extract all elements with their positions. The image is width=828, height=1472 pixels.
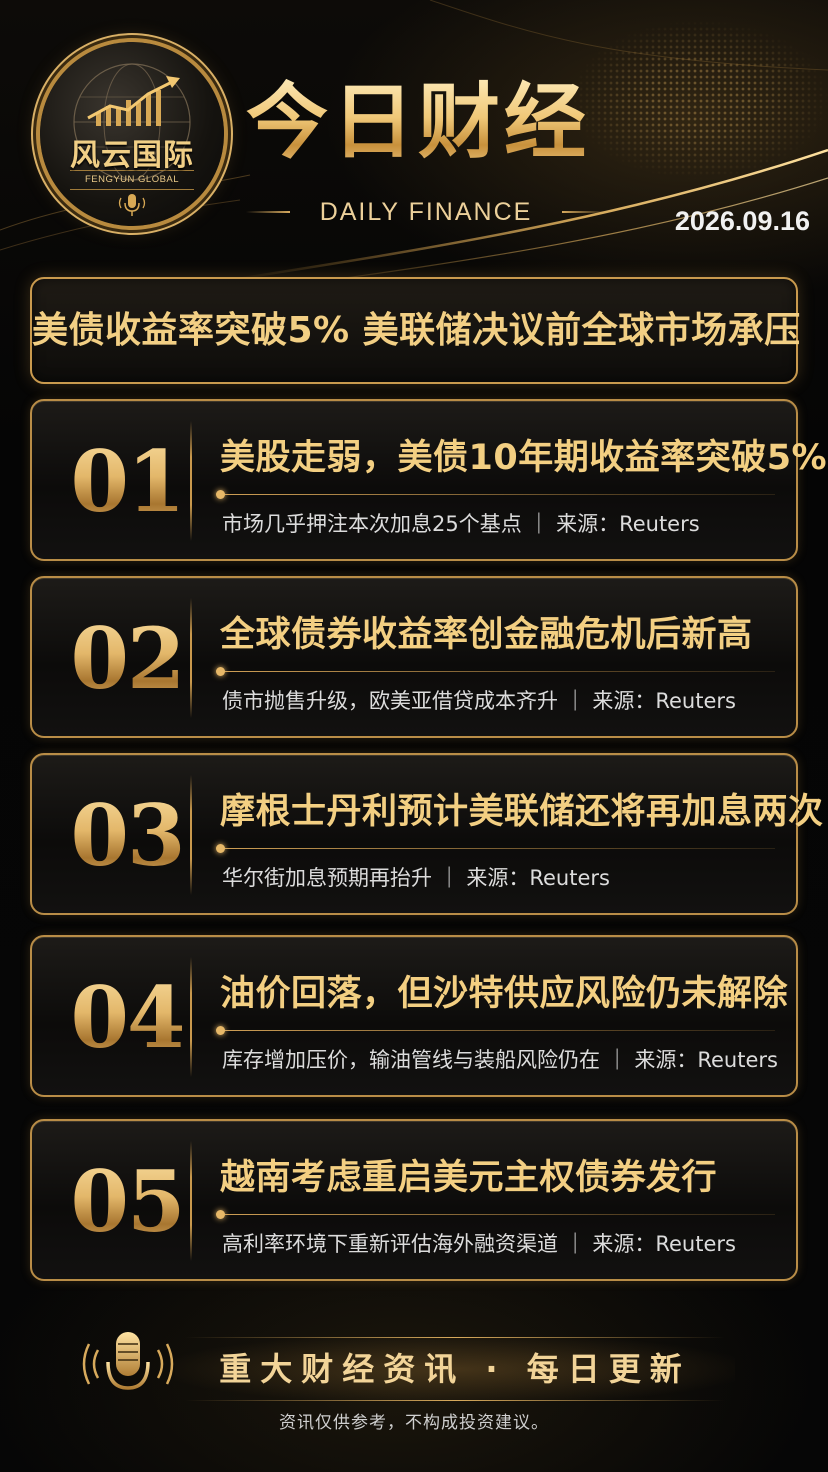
subtitle-divider-right xyxy=(562,211,606,213)
microphone-icon xyxy=(82,1332,174,1408)
subtitle-bar: DAILY FINANCE xyxy=(246,194,606,230)
news-summary: 华尔街加息预期再抬升 ｜ 来源：Reuters xyxy=(222,866,610,890)
card-divider xyxy=(190,1141,192,1261)
news-summary: 库存增加压价，输油管线与装船风险仍在 ｜ 来源：Reuters xyxy=(222,1048,778,1072)
microphone-icon xyxy=(118,194,146,216)
footer-rule-bottom xyxy=(185,1400,725,1401)
poster: 风云国际 FENGYUN GLOBAL 今日财经 DAILY FINANCE 2… xyxy=(0,0,828,1472)
news-number: 05 xyxy=(62,1147,192,1257)
card-divider xyxy=(190,775,192,895)
brand-name-cn: 风云国际 xyxy=(70,138,194,173)
news-summary: 市场几乎押注本次加息25个基点 ｜ 来源：Reuters xyxy=(222,512,700,536)
news-summary: 高利率环境下重新评估海外融资渠道 ｜ 来源：Reuters xyxy=(222,1232,736,1256)
news-card-03[interactable]: 03 摩根士丹利预计美联储还将再加息两次 华尔街加息预期再抬升 ｜ 来源：Reu… xyxy=(30,753,824,915)
news-card-02[interactable]: 02 全球债券收益率创金融危机后新高 债市抛售升级，欧美亚借贷成本齐升 ｜ 来源… xyxy=(30,576,798,738)
news-title: 越南考虑重启美元主权债券发行 xyxy=(220,1158,718,1198)
news-number: 02 xyxy=(62,604,192,714)
bullet-dot-icon xyxy=(216,844,225,853)
footer-rule-top xyxy=(185,1337,725,1338)
news-title: 全球债券收益率创金融危机后新高 xyxy=(220,615,753,655)
card-divider xyxy=(190,957,192,1077)
footer-slogan: 重大财经资讯 · 每日更新 xyxy=(219,1350,691,1388)
card-rule xyxy=(220,848,775,849)
brand-logo: 风云国际 FENGYUN GLOBAL xyxy=(40,42,224,226)
card-rule xyxy=(220,1030,775,1031)
card-rule xyxy=(220,1214,775,1215)
issue-date: 2026.09.16 xyxy=(674,206,810,236)
news-number: 03 xyxy=(62,781,192,891)
disclaimer: 资讯仅供参考，不构成投资建议。 xyxy=(279,1413,549,1433)
headline-text: 美债收益率突破5% 美联储决议前全球市场承压 xyxy=(32,310,801,351)
page-subtitle: DAILY FINANCE xyxy=(319,198,533,226)
page-title: 今日财经 xyxy=(246,68,626,178)
news-title: 美股走弱，美债10年期收益率突破5% xyxy=(220,438,828,478)
news-card-05[interactable]: 05 越南考虑重启美元主权债券发行 高利率环境下重新评估海外融资渠道 ｜ 来源：… xyxy=(30,1119,798,1281)
bullet-dot-icon xyxy=(216,1026,225,1035)
bullet-dot-icon xyxy=(216,667,225,676)
news-summary: 债市抛售升级，欧美亚借贷成本齐升 ｜ 来源：Reuters xyxy=(222,689,736,713)
brand-name-en: FENGYUN GLOBAL xyxy=(84,174,180,185)
news-title: 油价回落，但沙特供应风险仍未解除 xyxy=(220,974,789,1014)
news-title: 摩根士丹利预计美联储还将再加息两次 xyxy=(220,792,824,832)
news-number: 04 xyxy=(62,963,192,1073)
bullet-dot-icon xyxy=(216,1210,225,1219)
card-divider xyxy=(190,421,192,541)
card-divider xyxy=(190,598,192,718)
news-number: 01 xyxy=(62,427,192,537)
bullet-dot-icon xyxy=(216,490,225,499)
news-card-01[interactable]: 01 美股走弱，美债10年期收益率突破5% 市场几乎押注本次加息25个基点 ｜ … xyxy=(30,399,828,561)
headline-banner: 美债收益率突破5% 美联储决议前全球市场承压 xyxy=(30,277,801,384)
news-card-04[interactable]: 04 油价回落，但沙特供应风险仍未解除 库存增加压价，输油管线与装船风险仍在 ｜… xyxy=(30,935,798,1097)
card-rule xyxy=(220,671,775,672)
card-rule xyxy=(220,494,775,495)
